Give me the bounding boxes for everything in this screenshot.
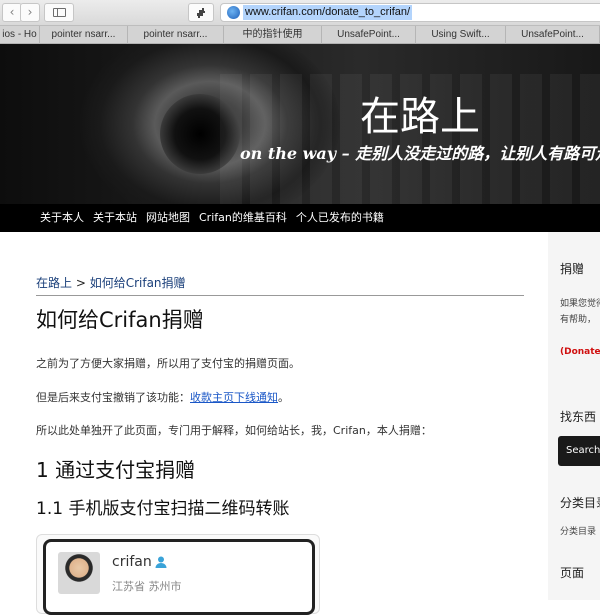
paragraph-2-end: 。	[278, 391, 289, 404]
sidebar-pages-heading: 页面	[560, 566, 585, 580]
site-title[interactable]: 在路上	[360, 84, 480, 142]
breadcrumb-current-link[interactable]: 如何给Crifan捐赠	[90, 276, 186, 290]
section-heading-alipay: 1 通过支付宝捐赠	[36, 458, 196, 482]
alipay-qr-card: crifan 江苏省 苏州市	[36, 534, 320, 615]
site-tagline: on the way – 走别人没走过的路，让别人有路可走	[240, 144, 600, 163]
nav-item[interactable]: 网站地图	[146, 204, 190, 232]
browser-tab[interactable]: UnsafePoint...	[506, 26, 600, 44]
browser-tab[interactable]: pointer nsarr...	[40, 26, 128, 44]
person-icon	[155, 556, 167, 568]
address-bar[interactable]: www.crifan.com/donate_to_crifan/	[220, 3, 600, 22]
offline-notice-link[interactable]: 收款主页下线通知	[190, 391, 278, 404]
avatar	[58, 552, 100, 594]
profile-name: crifan	[112, 554, 152, 570]
profile-location: 江苏省 苏州市	[112, 580, 182, 593]
paragraph-1: 之前为了方便大家捐赠，所以用了支付宝的捐赠页面。	[36, 357, 300, 370]
paragraph-3: 所以此处单独开了此页面，专门用于解释，如何给站长，我，Crifan，本人捐赠：	[36, 424, 432, 437]
nav-item[interactable]: 关于本人	[40, 204, 84, 232]
browser-tab[interactable]: 中的指针使用	[224, 26, 322, 44]
browser-tab[interactable]: Using Swift...	[416, 26, 506, 44]
breadcrumb-separator: >	[72, 276, 90, 290]
browser-tab[interactable]: pointer nsarr...	[128, 26, 224, 44]
main-content: 在路上 > 如何给Crifan捐赠 如何给Crifan捐赠 之前为了方便大家捐赠…	[0, 232, 548, 615]
nav-item[interactable]: 关于本站	[93, 204, 137, 232]
paragraph-2-text: 但是后来支付宝撤销了该功能：	[36, 391, 190, 404]
sidebar-donate-heading: 捐赠	[560, 262, 585, 276]
back-button[interactable]: ‹	[2, 3, 22, 22]
site-header-banner: 在路上 on the way – 走别人没走过的路，让别人有路可走	[0, 44, 600, 204]
alipay-profile-frame: crifan 江苏省 苏州市	[43, 539, 315, 615]
subsection-heading-qr: 1.1 手机版支付宝扫描二维码转账	[36, 499, 290, 519]
nav-item[interactable]: Crifan的维基百科	[199, 204, 287, 232]
extension-icon	[197, 8, 205, 18]
sidebar-donate-text-2: 有帮助，	[560, 315, 597, 325]
right-sidebar: 捐赠 如果您觉得 有帮助， (Donate) 找东西 Search 分类目录 分…	[548, 232, 600, 600]
browser-tab[interactable]: UnsafePoint...	[322, 26, 416, 44]
globe-icon	[227, 6, 240, 19]
sidebar-category-heading: 分类目录	[560, 496, 600, 510]
browser-toolbar: ‹ › www.crifan.com/donate_to_crifan/	[0, 0, 600, 26]
url-text[interactable]: www.crifan.com/donate_to_crifan/	[243, 5, 413, 20]
sidebar-toggle-button[interactable]	[44, 3, 74, 22]
sidebar-search-heading: 找东西	[560, 410, 597, 424]
paragraph-2: 但是后来支付宝撤销了该功能：收款主页下线通知。	[36, 389, 289, 405]
sidebar-donate-text-1: 如果您觉得	[560, 299, 600, 309]
browser-tab[interactable]: ios - Ho	[0, 26, 40, 44]
breadcrumb-home-link[interactable]: 在路上	[36, 276, 72, 290]
tab-bar: ios - Ho pointer nsarr... pointer nsarr...…	[0, 26, 600, 44]
nav-item[interactable]: 个人已发布的书籍	[296, 204, 384, 232]
site-navbar: 关于本人 关于本站 网站地图 Crifan的维基百科 个人已发布的书籍	[0, 204, 600, 232]
forward-button[interactable]: ›	[20, 3, 40, 22]
page-title: 如何给Crifan捐赠	[36, 308, 204, 332]
breadcrumb: 在路上 > 如何给Crifan捐赠	[36, 274, 186, 291]
extension-button[interactable]	[188, 3, 214, 22]
search-button[interactable]: Search	[558, 436, 600, 466]
sidebar-category-text: 分类目录	[560, 527, 597, 537]
title-divider	[36, 295, 524, 296]
sidebar-icon	[53, 8, 66, 17]
sidebar-donate-label[interactable]: (Donate)	[560, 347, 600, 357]
